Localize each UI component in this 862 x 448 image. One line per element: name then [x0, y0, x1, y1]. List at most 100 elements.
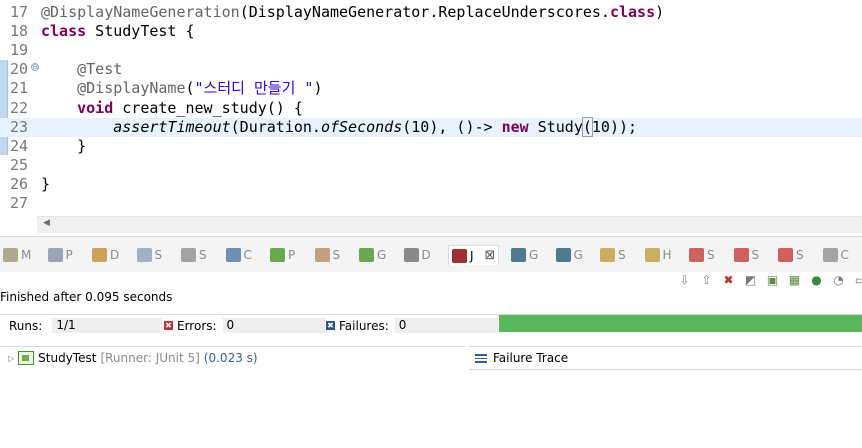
close-view-icon[interactable]: ⊠: [485, 248, 496, 263]
show-failures-only-icon[interactable]: ✖: [720, 272, 737, 289]
view-tab-sonar-issues[interactable]: S: [689, 245, 715, 265]
code-text[interactable]: @DisplayName("스터디 만들기 "): [41, 79, 323, 98]
view-tab-spring-symbols[interactable]: S: [600, 245, 626, 265]
code-line[interactable]: 22 void create_new_study() {: [0, 99, 862, 118]
scroll-left-icon[interactable]: ◀: [43, 218, 50, 228]
horizontal-scrollbar[interactable]: ◀: [37, 216, 862, 233]
failure-trace-header: Failure Trace: [469, 346, 862, 370]
code-token: StudyTest {: [86, 22, 195, 41]
code-line[interactable]: 18 class StudyTest {: [0, 22, 862, 41]
code-token: @Test: [77, 60, 123, 79]
line-number: 27: [10, 194, 29, 212]
view-tab-label: S: [154, 248, 163, 262]
tree-row-studytest[interactable]: ▷ StudyTest [Runner: JUnit 5] (0.023 s): [8, 351, 258, 365]
code-token: Study: [528, 117, 583, 136]
view-tab-label: P: [288, 248, 296, 262]
code-line[interactable]: 19: [0, 41, 862, 60]
errors-value: 0: [222, 318, 325, 333]
view-tab-git-staging[interactable]: G: [359, 245, 386, 265]
sonar-rules-icon: [733, 248, 749, 262]
line-number: 26: [10, 174, 29, 193]
failures-counter: ✖ Failures: 0: [326, 318, 498, 333]
code-token: (: [581, 116, 593, 137]
code-text[interactable]: class StudyTest {: [41, 22, 195, 41]
code-text[interactable]: assertTimeout(Duration.ofSeconds(10), ()…: [41, 116, 638, 137]
code-text[interactable]: @DisplayNameGeneration(DisplayNameGenera…: [41, 3, 664, 22]
line-number: 20: [10, 60, 29, 79]
view-tab-sonar-rules[interactable]: S: [733, 245, 760, 265]
line-number: 18: [10, 22, 29, 41]
code-text[interactable]: void create_new_study() {: [41, 99, 303, 118]
code-token: (: [185, 79, 195, 98]
code-line[interactable]: 26}: [0, 175, 862, 194]
line-number: 17: [10, 3, 29, 21]
view-tab-gradle-executions[interactable]: G: [555, 245, 583, 265]
next-failure-icon[interactable]: ⇩: [676, 272, 693, 289]
junit-progress-bar: [499, 315, 862, 332]
view-tab-coverage[interactable]: C: [822, 245, 849, 265]
servers-icon: [314, 248, 330, 262]
previous-failure-icon[interactable]: ⇧: [698, 272, 715, 289]
console-icon: [225, 248, 241, 262]
view-tab-junit[interactable]: J ⊠: [448, 245, 500, 265]
view-tab-console[interactable]: C: [225, 245, 252, 265]
code-line[interactable]: 17 @DisplayNameGeneration(DisplayNameGene…: [0, 3, 862, 22]
code-line[interactable]: 24 }: [0, 137, 862, 156]
view-tab-snippets[interactable]: S: [136, 245, 163, 265]
view-tab-label: S: [751, 248, 760, 262]
test-runner-label: [Runner: JUnit 5]: [100, 351, 200, 365]
code-token: new: [501, 117, 529, 136]
view-tab-progress[interactable]: P: [270, 245, 295, 265]
view-tab-label: S: [332, 248, 341, 262]
view-tab-search[interactable]: S: [181, 245, 207, 265]
line-number: 23: [10, 117, 29, 136]
rerun-failed-first-icon[interactable]: ▦: [786, 272, 803, 289]
stop-icon[interactable]: ●: [808, 272, 825, 289]
code-text[interactable]: }: [41, 137, 86, 156]
view-tab-debug[interactable]: D: [403, 245, 431, 265]
sonar-report-icon: [778, 248, 793, 262]
failure-trace-pane[interactable]: Failure Trace: [469, 346, 862, 448]
errors-counter: ✖ Errors: 0: [164, 318, 325, 333]
view-tab-sonar-report[interactable]: S: [778, 245, 804, 265]
history-icon: [644, 248, 660, 262]
code-token: ofSeconds: [320, 117, 403, 136]
code-line[interactable]: 20 @Test: [0, 60, 862, 79]
view-tab-data-source-explorer[interactable]: D: [92, 245, 119, 265]
view-tab-label: G: [377, 248, 387, 262]
view-tab-label: S: [796, 248, 804, 262]
expand-icon[interactable]: ▷: [8, 354, 14, 363]
view-tab-history[interactable]: H: [644, 245, 672, 265]
code-line[interactable]: 25: [0, 156, 862, 175]
code-token: }: [41, 174, 51, 193]
test-tree[interactable]: ▷ StudyTest [Runner: JUnit 5] (0.023 s): [0, 346, 465, 448]
code-text[interactable]: @Test: [41, 60, 122, 79]
runs-value: 1/1: [52, 318, 163, 333]
scroll-lock-icon[interactable]: ◩: [742, 272, 759, 289]
code-token: (Duration.: [230, 117, 321, 136]
code-token: 10));: [591, 117, 638, 136]
code-token: ): [313, 79, 323, 98]
view-menu-icon[interactable]: ▭: [852, 272, 862, 289]
code-editor[interactable]: 17 @DisplayNameGeneration(DisplayNameGene…: [0, 0, 862, 235]
view-tab-gradle-tasks[interactable]: G: [511, 245, 538, 265]
view-tab-properties[interactable]: P: [47, 245, 73, 265]
code-line[interactable]: 27: [0, 194, 862, 213]
line-number: 19: [10, 41, 29, 60]
gradle-tasks-icon: [511, 248, 526, 262]
markers-icon: [3, 248, 18, 262]
failures-value: 0: [394, 318, 498, 333]
view-tab-label: J: [470, 248, 474, 263]
fold-collapse-icon[interactable]: ⊖: [31, 63, 39, 71]
code-text[interactable]: }: [41, 175, 50, 194]
error-icon: ✖: [164, 321, 173, 330]
code-line[interactable]: 23 assertTimeout(Duration.ofSeconds(10),…: [0, 116, 862, 137]
search-icon: [181, 248, 196, 262]
view-tab-markers[interactable]: M: [3, 245, 31, 265]
code-line[interactable]: 21 @DisplayName("스터디 만들기 "): [0, 79, 862, 98]
code-token: (10), ()->: [402, 117, 502, 136]
view-tab-servers[interactable]: S: [314, 245, 341, 265]
code-token: @DisplayName: [77, 79, 186, 98]
rerun-test-icon[interactable]: ▣: [764, 272, 781, 289]
test-run-history-icon[interactable]: ◔: [830, 272, 847, 289]
